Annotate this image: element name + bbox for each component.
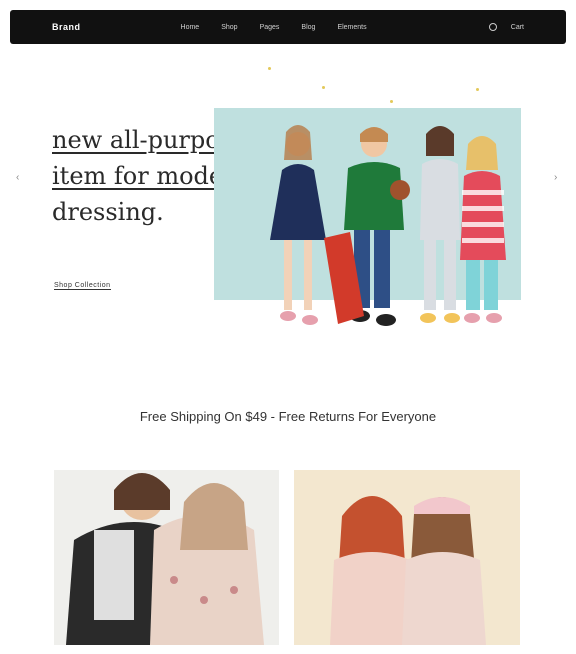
- confetti-dot: [390, 100, 393, 103]
- nav-item-blog[interactable]: Blog: [301, 24, 315, 31]
- search-icon[interactable]: [488, 23, 497, 31]
- carousel-prev-arrow[interactable]: ‹: [16, 172, 19, 183]
- category-card-right[interactable]: [294, 470, 520, 645]
- top-navigation-bar: Brand Home Shop Pages Blog Elements Cart: [10, 10, 566, 44]
- main-nav: Home Shop Pages Blog Elements: [181, 24, 367, 31]
- hero-title-line: dressing.: [52, 198, 164, 226]
- kids-photo-left: [54, 470, 279, 645]
- nav-item-elements[interactable]: Elements: [337, 24, 366, 31]
- shipping-title: Free Shipping On $49 - Free Returns For …: [139, 409, 437, 424]
- hero-title-line: item for modern: [52, 162, 232, 190]
- hero-kids-illustration: [270, 125, 506, 326]
- shop-collection-link[interactable]: Shop Collection: [54, 282, 111, 290]
- confetti-dot: [476, 88, 479, 91]
- nav-item-shop[interactable]: Shop: [221, 24, 237, 31]
- hero-title-line: new all-purpose: [52, 126, 232, 154]
- kids-photo-right: [294, 470, 520, 645]
- category-card-left[interactable]: [54, 470, 279, 645]
- confetti-dot: [268, 67, 271, 70]
- nav-item-home[interactable]: Home: [181, 24, 200, 31]
- nav-item-pages[interactable]: Pages: [260, 24, 280, 31]
- hero-title: new all-purpose item for modern dressing…: [52, 122, 232, 230]
- header-actions: Cart: [488, 23, 524, 31]
- confetti-dot: [322, 86, 325, 89]
- cart-link[interactable]: Cart: [511, 24, 524, 31]
- carousel-next-arrow[interactable]: ›: [554, 172, 557, 183]
- site-logo[interactable]: Brand: [52, 22, 81, 32]
